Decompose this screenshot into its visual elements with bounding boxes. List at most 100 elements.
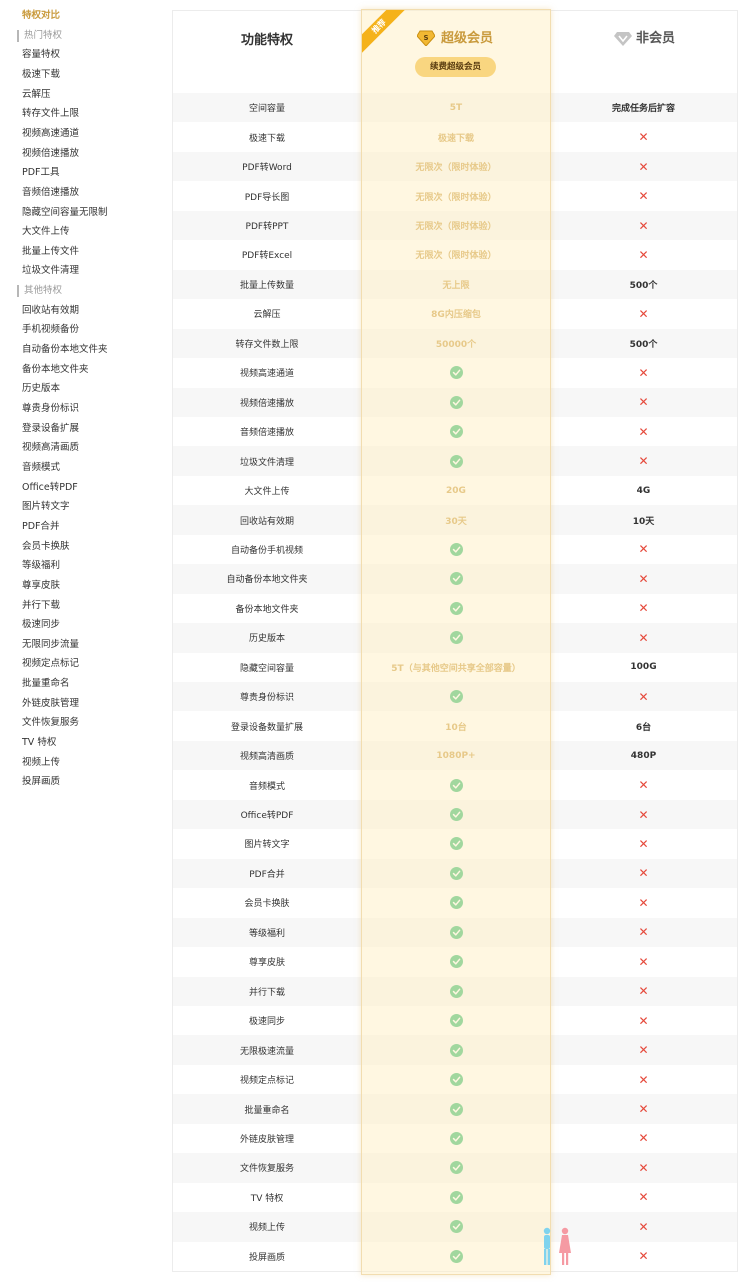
sidebar-item[interactable]: 视频上传 (22, 757, 60, 769)
check-icon (449, 1102, 463, 1116)
sidebar-item[interactable]: 会员卡换肤 (22, 541, 70, 553)
check-icon (449, 1190, 463, 1204)
feature-name-cell: 批量重命名 (244, 1105, 290, 1116)
feature-name-cell: PDF转Excel (241, 251, 293, 262)
non-cross-cell: ✕ (550, 564, 737, 593)
feature-column-title: 功能特权 (240, 33, 293, 48)
sidebar-item[interactable]: 等级福利 (22, 560, 60, 572)
gray-diamond-icon (614, 32, 632, 46)
sidebar-item[interactable]: 外链皮肤管理 (22, 698, 79, 710)
sidebar-item[interactable]: 音频模式 (22, 462, 60, 474)
feature-name-cell: 转存文件数上限 (235, 339, 299, 350)
sidebar-item[interactable]: 极速同步 (22, 619, 60, 631)
vip-value-cell: 30天 (445, 516, 467, 527)
table-row: PDF合并 ✕ (173, 858, 737, 889)
feature-name-cell: PDF导长图 (244, 192, 290, 203)
vip-check-cell (362, 1242, 550, 1271)
sidebar-item[interactable]: 容量特权 (22, 49, 60, 61)
sidebar-item[interactable]: 视频定点标记 (22, 658, 79, 670)
check-icon (449, 366, 463, 380)
sidebar-item[interactable]: 图片转文字 (22, 501, 70, 513)
cross-icon: ✕ (638, 1102, 649, 1117)
table-row: 视频倍速播放 ✕ (173, 387, 737, 417)
vip-value-cell: 无限次（限时体验） (415, 251, 497, 262)
vip-check-cell (362, 1124, 550, 1153)
sidebar-item[interactable]: 隐藏空间容量无限制 (22, 207, 108, 219)
sidebar-item[interactable]: 视频高速通道 (22, 128, 79, 140)
sidebar-item[interactable]: 垃圾文件清理 (22, 265, 79, 277)
feature-name-cell: 音频倍速播放 (239, 428, 294, 439)
recommend-ribbon-label: 推荐 (362, 10, 408, 56)
sidebar-item[interactable]: 批量重命名 (22, 678, 70, 690)
sidebar-item[interactable]: 极速下载 (22, 69, 60, 81)
table-row: 视频高清画质 1080P+ 480P (173, 740, 737, 771)
gold-diamond-s-icon: S (417, 30, 435, 46)
check-icon (449, 896, 463, 910)
table-row: 投屏画质 ✕ (173, 1242, 737, 1271)
check-icon (449, 631, 463, 645)
non-cross-cell: ✕ (550, 181, 737, 210)
vip-check-cell (362, 800, 550, 829)
sidebar-item[interactable]: 批量上传文件 (22, 246, 79, 258)
table-row: 历史版本 ✕ (173, 623, 737, 653)
sidebar-item[interactable]: PDF合并 (22, 521, 60, 533)
table-row: 回收站有效期 30天 10天 (173, 505, 737, 535)
feature-name-cell: PDF合并 (249, 869, 285, 880)
table-row: 备份本地文件夹 ✕ (173, 594, 737, 623)
table-row: 批量上传数量 无上限 500个 (173, 269, 737, 300)
sidebar-item[interactable]: 无限同步流量 (22, 639, 79, 651)
non-value-cell: 500个 (629, 280, 658, 291)
table-row: 音频模式 ✕ (173, 770, 737, 799)
check-icon (449, 1249, 463, 1263)
vip-check-cell (362, 535, 550, 564)
vip-check-cell (362, 417, 550, 446)
cross-icon: ✕ (638, 1072, 649, 1087)
non-cross-cell: ✕ (550, 1242, 737, 1271)
sidebar-item[interactable]: Office转PDF (22, 482, 78, 494)
sidebar-item[interactable]: 回收站有效期 (22, 305, 79, 317)
sidebar-item[interactable]: 转存文件上限 (22, 108, 79, 120)
vip-check-cell (362, 1094, 550, 1123)
cross-icon: ✕ (638, 130, 649, 145)
cross-icon: ✕ (638, 365, 649, 380)
vip-check-cell (362, 623, 550, 652)
sidebar-item[interactable]: 登录设备扩展 (22, 423, 79, 435)
feature-name-cell: 并行下载 (248, 987, 285, 998)
cross-icon: ✕ (638, 159, 649, 174)
sidebar-item[interactable]: 并行下载 (22, 600, 60, 612)
sidebar-item[interactable]: TV 特权 (22, 737, 56, 749)
sidebar-item[interactable]: 自动备份本地文件夹 (22, 344, 108, 356)
table-row: 无限极速流量 ✕ (173, 1035, 737, 1065)
non-cross-cell: ✕ (550, 417, 737, 446)
vip-value-cell: 5T (449, 102, 463, 113)
non-cross-cell: ✕ (550, 299, 737, 328)
feature-name-cell: 登录设备数量扩展 (230, 722, 303, 733)
sidebar-item[interactable]: 云解压 (22, 89, 51, 101)
vip-value-cell: 8G内压缩包 (431, 310, 481, 321)
sidebar-item[interactable]: 视频高清画质 (22, 442, 79, 454)
sidebar-item[interactable]: 视频倍速播放 (22, 148, 79, 160)
sidebar-item[interactable]: 备份本地文件夹 (22, 364, 89, 376)
table-header: 功能特权 (173, 11, 739, 93)
non-cross-cell: ✕ (550, 122, 737, 151)
sidebar-item[interactable]: 历史版本 (22, 383, 60, 395)
sidebar-item[interactable]: PDF工具 (22, 167, 60, 179)
feature-name-cell: PDF转PPT (245, 222, 289, 233)
non-cross-cell: ✕ (550, 358, 737, 387)
sidebar-item[interactable]: 尊贵身份标识 (22, 403, 79, 415)
vip-check-cell (362, 682, 550, 711)
sidebar-item[interactable]: 大文件上传 (22, 226, 70, 238)
cross-icon: ✕ (638, 1013, 649, 1028)
sidebar-item[interactable]: 尊享皮肤 (22, 580, 60, 592)
sidebar-item[interactable]: 特权对比 (22, 10, 60, 22)
svg-text:S: S (423, 34, 428, 42)
sidebar-item[interactable]: 文件恢复服务 (22, 717, 79, 729)
vip-column-title: 超级会员 (441, 31, 494, 46)
renew-super-vip-button[interactable]: 续费超级会员 (415, 57, 496, 77)
sidebar-item[interactable]: 音频倍速播放 (22, 187, 79, 199)
feature-name-cell: 回收站有效期 (239, 516, 294, 527)
cross-icon: ✕ (638, 542, 649, 557)
sidebar-item[interactable]: 投屏画质 (22, 776, 60, 788)
cross-icon: ✕ (638, 218, 649, 233)
sidebar-item[interactable]: 手机视频备份 (22, 324, 79, 336)
